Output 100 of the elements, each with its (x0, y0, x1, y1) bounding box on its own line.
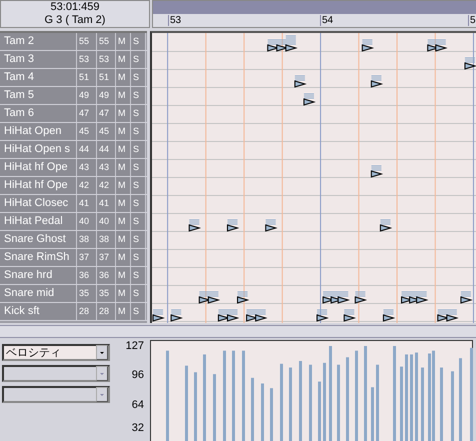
track-name[interactable]: HiHat hf Ope (0, 177, 77, 194)
mute-button[interactable]: M (116, 87, 131, 104)
note-marker[interactable] (380, 220, 392, 232)
note-marker[interactable] (362, 40, 374, 52)
solo-button[interactable]: S (131, 303, 146, 320)
note-marker[interactable] (188, 220, 202, 232)
mute-button[interactable]: M (116, 105, 131, 122)
solo-button[interactable]: S (131, 69, 146, 86)
track-name[interactable]: Tam 4 (0, 69, 77, 86)
solo-button[interactable]: S (131, 177, 146, 194)
note-marker[interactable] (218, 310, 230, 322)
solo-button[interactable]: S (131, 213, 146, 230)
note-marker[interactable] (382, 310, 396, 322)
note-marker[interactable] (303, 94, 316, 106)
velocity-scale-label: 127 (126, 340, 144, 352)
note-marker[interactable] (226, 310, 240, 322)
mute-button[interactable]: M (116, 303, 131, 320)
solo-button[interactable]: S (131, 51, 146, 68)
note-marker[interactable] (460, 292, 473, 304)
solo-button[interactable]: S (131, 141, 146, 158)
note-number: 36 (77, 267, 97, 284)
note-marker[interactable] (198, 292, 212, 304)
caret-icon[interactable] (96, 345, 108, 360)
note-marker[interactable] (416, 292, 428, 304)
track-name[interactable]: Tam 6 (0, 105, 77, 122)
mute-button[interactable]: M (116, 159, 131, 176)
note-marker[interactable] (267, 40, 280, 52)
note-marker[interactable] (338, 292, 350, 304)
note-marker[interactable] (370, 76, 384, 88)
solo-button[interactable]: S (131, 159, 146, 176)
time-readout: 53:01:459 (50, 1, 100, 14)
note-number: 43 (97, 159, 116, 176)
note-marker[interactable] (246, 310, 258, 322)
note-marker[interactable] (255, 310, 268, 322)
solo-button[interactable]: S (131, 231, 146, 248)
note-number: 38 (97, 231, 116, 248)
note-marker[interactable] (464, 58, 476, 70)
track-name[interactable]: Snare hrd (0, 267, 77, 284)
mute-button[interactable]: M (116, 249, 131, 266)
measure-ruler[interactable]: 53 54 5 (153, 14, 476, 27)
mute-button[interactable]: M (116, 285, 131, 302)
solo-button[interactable]: S (131, 33, 146, 50)
solo-button[interactable]: S (131, 87, 146, 104)
note-marker[interactable] (170, 310, 183, 322)
solo-button[interactable]: S (131, 195, 146, 212)
mute-button[interactable]: M (116, 195, 131, 212)
track-name[interactable]: HiHat Open (0, 123, 77, 140)
note-number: 51 (77, 69, 97, 86)
note-number: 53 (77, 51, 97, 68)
note-marker[interactable] (237, 292, 250, 304)
note-marker[interactable] (208, 292, 220, 304)
mute-button[interactable]: M (116, 123, 131, 140)
track-name[interactable]: HiHat Pedal (0, 213, 77, 230)
note-number: 40 (97, 213, 116, 230)
mute-button[interactable]: M (116, 267, 131, 284)
track-name[interactable]: Kick sft (0, 303, 77, 320)
note-marker[interactable] (294, 76, 307, 88)
mute-button[interactable]: M (116, 69, 131, 86)
velocity-scale-label: 32 (132, 422, 144, 434)
note-marker[interactable] (370, 166, 384, 178)
note-marker[interactable] (435, 40, 448, 52)
track-name[interactable]: Tam 3 (0, 51, 77, 68)
note-marker[interactable] (265, 220, 278, 232)
solo-button[interactable]: S (131, 123, 146, 140)
note-marker[interactable] (285, 36, 298, 52)
note-number: 49 (77, 87, 97, 104)
note-marker[interactable] (446, 310, 459, 322)
note-marker[interactable] (437, 310, 450, 322)
note-number: 41 (97, 195, 116, 212)
note-marker[interactable] (354, 292, 368, 304)
track-name[interactable]: Tam 5 (0, 87, 77, 104)
track-name[interactable]: HiHat Open s (0, 141, 77, 158)
mute-button[interactable]: M (116, 213, 131, 230)
measure-number: 53 (168, 15, 182, 26)
track-name[interactable]: HiHat Closec (0, 195, 77, 212)
note-marker[interactable] (316, 310, 329, 322)
note-marker[interactable] (152, 310, 165, 322)
note-marker[interactable] (226, 220, 240, 232)
solo-button[interactable]: S (131, 105, 146, 122)
track-name[interactable]: HiHat hf Ope (0, 159, 77, 176)
controller-select[interactable]: ベロシティ (2, 344, 110, 361)
track-name[interactable]: Snare mid (0, 285, 77, 302)
solo-button[interactable]: S (131, 249, 146, 266)
note-number: 43 (77, 159, 97, 176)
track-name[interactable]: Tam 2 (0, 33, 77, 50)
mute-button[interactable]: M (116, 231, 131, 248)
solo-button[interactable]: S (131, 267, 146, 284)
track-name[interactable]: Snare Ghost (0, 231, 77, 248)
mute-button[interactable]: M (116, 141, 131, 158)
mute-button[interactable]: M (116, 177, 131, 194)
solo-button[interactable]: S (131, 285, 146, 302)
note-number: 38 (77, 231, 97, 248)
note-number: 44 (97, 141, 116, 158)
note-name: G 3 ( Tam 2) (44, 14, 106, 27)
note-marker[interactable] (276, 40, 289, 52)
track-name[interactable]: Snare RimSh (0, 249, 77, 266)
note-grid[interactable] (150, 31, 476, 323)
note-marker[interactable] (344, 310, 356, 322)
mute-button[interactable]: M (116, 33, 131, 50)
mute-button[interactable]: M (116, 51, 131, 68)
